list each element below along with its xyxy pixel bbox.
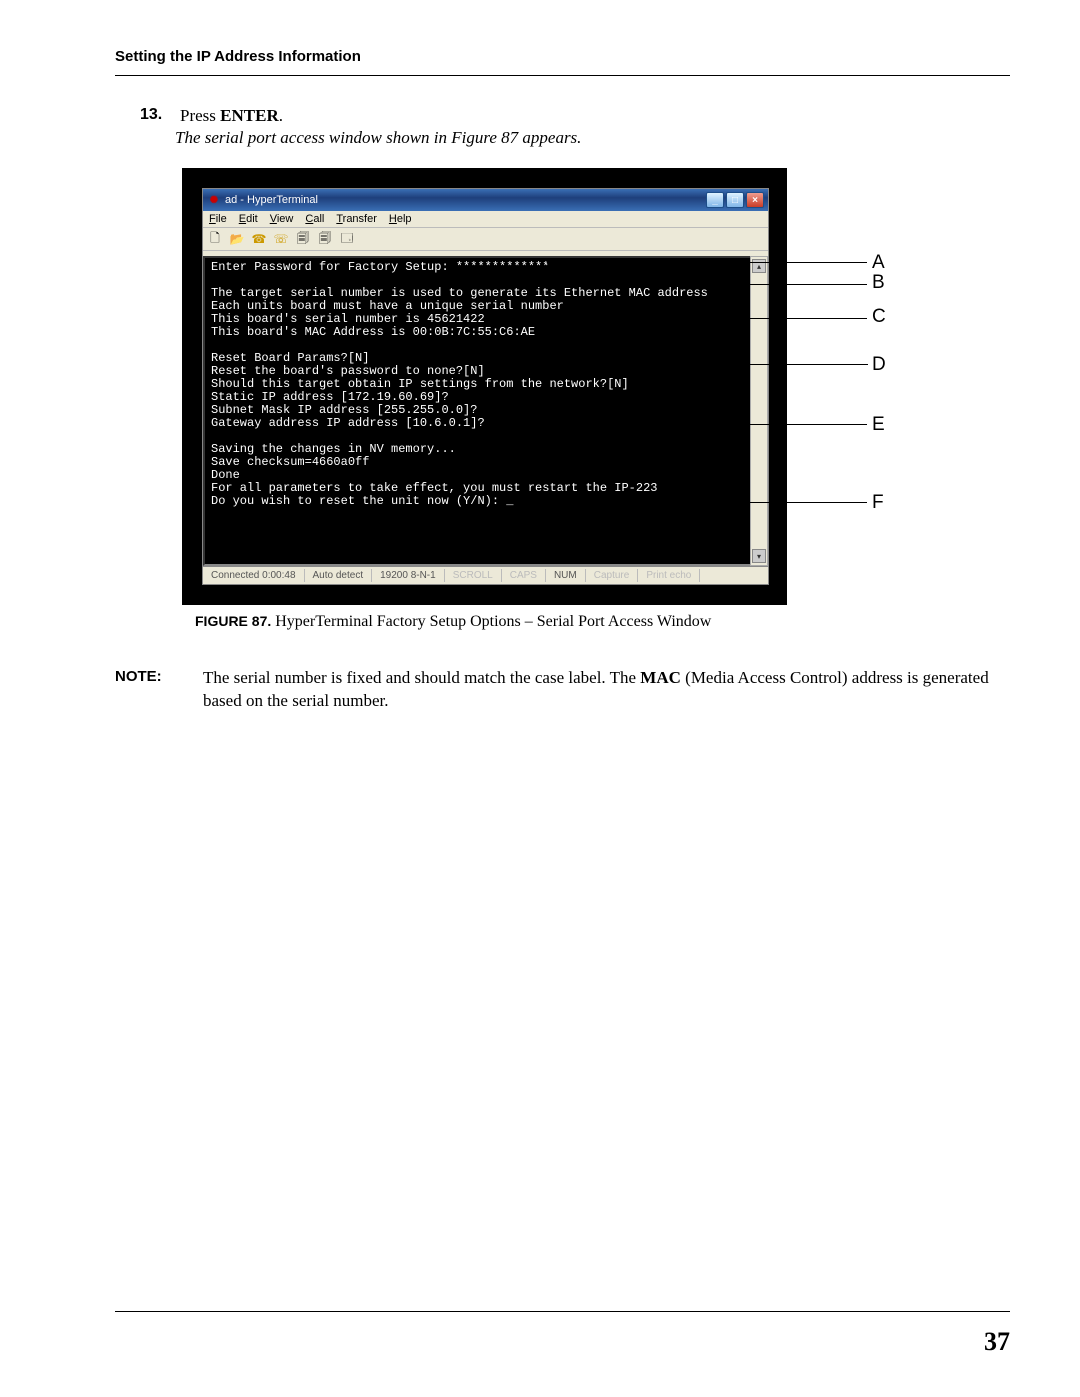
callout-line-d <box>652 364 868 365</box>
step-italic: The serial port access window shown in F… <box>175 128 1010 148</box>
step-number: 13. <box>140 106 170 126</box>
close-button[interactable]: × <box>746 192 764 208</box>
status-num: NUM <box>546 569 586 582</box>
menu-transfer[interactable]: Transfer <box>336 213 377 225</box>
callout-d: D <box>872 354 886 376</box>
step-text: Press ENTER. <box>180 106 283 126</box>
menu-help[interactable]: Help <box>389 213 412 225</box>
figure-label: FIGURE 87. <box>195 613 271 629</box>
receive-icon[interactable]: 🗐 <box>317 231 333 247</box>
window-titlebar[interactable]: ✺ ad - HyperTerminal _ □ × <box>203 189 768 211</box>
callout-e: E <box>872 414 885 436</box>
callout-line-b <box>707 284 867 285</box>
callout-c: C <box>872 306 886 328</box>
callout-b: B <box>872 272 885 294</box>
step-text-post: . <box>279 106 283 125</box>
footer-rule <box>115 1311 1010 1312</box>
open-folder-icon[interactable]: 📂 <box>229 231 245 247</box>
figure-area: ✺ ad - HyperTerminal _ □ × File Edit Vie… <box>182 168 1010 605</box>
menu-edit[interactable]: Edit <box>239 213 258 225</box>
step-text-bold: ENTER <box>220 106 279 125</box>
hangup-icon[interactable]: ☏ <box>273 231 289 247</box>
header-rule <box>115 75 1010 76</box>
callout-f: F <box>872 492 884 514</box>
send-icon[interactable]: 🗐 <box>295 231 311 247</box>
status-connected: Connected 0:00:48 <box>203 569 305 582</box>
menu-call[interactable]: Call <box>305 213 324 225</box>
section-header: Setting the IP Address Information <box>115 48 1010 65</box>
maximize-button[interactable]: □ <box>726 192 744 208</box>
toolbar: 🗋 📂 ☎ ☏ 🗐 🗐 🗔 <box>203 228 768 251</box>
scrollbar[interactable]: ▴ ▾ <box>750 256 768 566</box>
note: NOTE: The serial number is fixed and sho… <box>115 667 1010 713</box>
screenshot-border: ✺ ad - HyperTerminal _ □ × File Edit Vie… <box>182 168 787 605</box>
menu-view[interactable]: View <box>270 213 294 225</box>
note-text-pre: The serial number is fixed and should ma… <box>203 668 640 687</box>
terminal-output[interactable]: Enter Password for Factory Setup: ******… <box>203 256 750 566</box>
page-number: 37 <box>984 1327 1010 1357</box>
menu-file[interactable]: File <box>209 213 227 225</box>
properties-icon[interactable]: 🗔 <box>339 231 355 247</box>
window-title: ad - HyperTerminal <box>225 194 318 206</box>
status-scroll: SCROLL <box>445 569 502 582</box>
hyperterminal-window: ✺ ad - HyperTerminal _ □ × File Edit Vie… <box>202 188 769 585</box>
callout-a: A <box>872 252 885 274</box>
step-text-pre: Press <box>180 106 220 125</box>
note-text: The serial number is fixed and should ma… <box>203 667 1010 713</box>
statusbar: Connected 0:00:48 Auto detect 19200 8-N-… <box>203 566 768 584</box>
figure-caption: FIGURE 87. HyperTerminal Factory Setup O… <box>195 613 1010 631</box>
app-icon: ✺ <box>207 193 221 207</box>
status-print: Print echo <box>638 569 700 582</box>
new-file-icon[interactable]: 🗋 <box>207 231 223 247</box>
callout-line-a <box>547 262 867 263</box>
status-baud: 19200 8-N-1 <box>372 569 445 582</box>
note-text-bold: MAC <box>640 668 681 687</box>
figure-caption-text: HyperTerminal Factory Setup Options – Se… <box>275 613 711 630</box>
scroll-down-icon[interactable]: ▾ <box>752 549 766 563</box>
callout-line-e <box>527 424 867 425</box>
note-label: NOTE: <box>115 667 175 713</box>
menubar[interactable]: File Edit View Call Transfer Help <box>203 211 768 228</box>
callout-line-c <box>547 318 867 319</box>
status-detect: Auto detect <box>305 569 373 582</box>
minimize-button[interactable]: _ <box>706 192 724 208</box>
phone-icon[interactable]: ☎ <box>251 231 267 247</box>
status-caps: CAPS <box>502 569 546 582</box>
callout-line-f <box>527 502 867 503</box>
status-capture: Capture <box>586 569 639 582</box>
